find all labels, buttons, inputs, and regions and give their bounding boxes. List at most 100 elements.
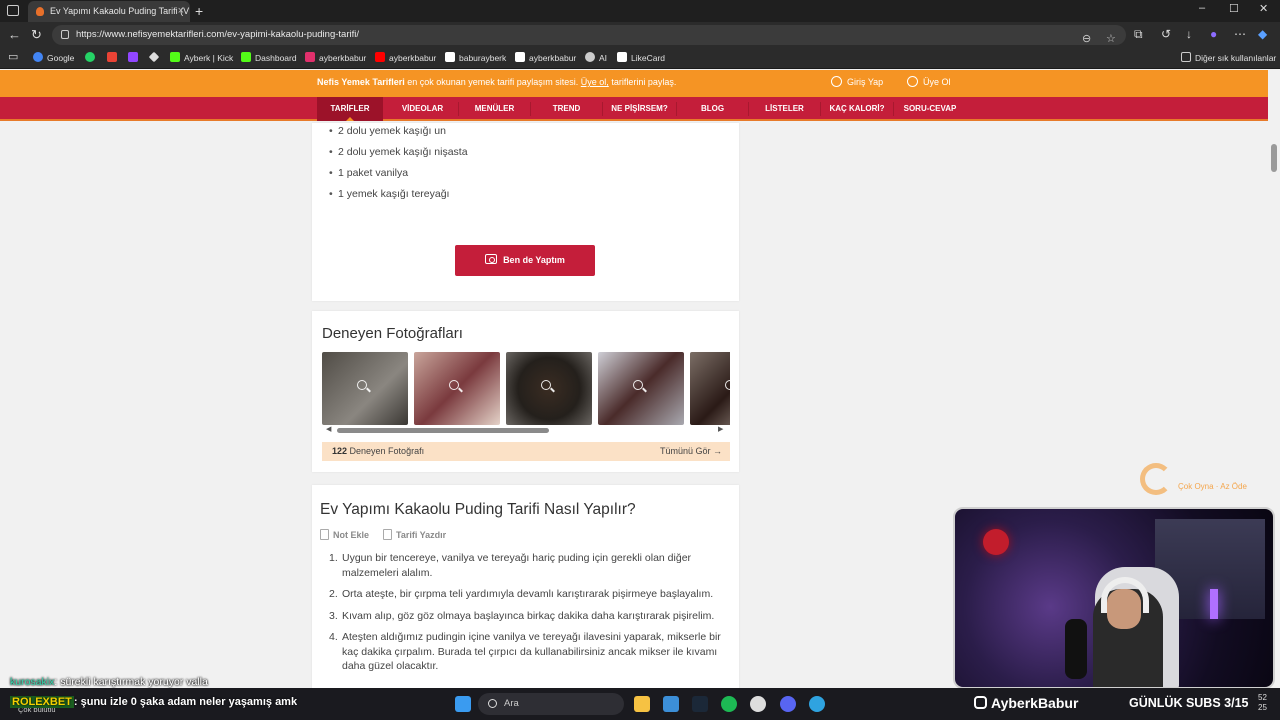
nav-trend[interactable]: TREND (531, 97, 602, 121)
scroll-thumb[interactable] (337, 428, 549, 433)
reading-mode-icon[interactable]: ⊖ (1082, 29, 1091, 49)
bookmark-likecard[interactable]: LikeCard (617, 52, 665, 65)
refresh-icon[interactable]: ↻ (31, 27, 42, 43)
address-toolbar: ← ↻ https://www.nefisyemektarifleri.com/… (0, 22, 1280, 48)
bookmark-twitch[interactable] (128, 52, 142, 65)
nav-kac-kalori[interactable]: KAÇ KALORİ? (821, 97, 893, 121)
file-explorer-icon[interactable] (634, 696, 650, 712)
add-bookmark-icon[interactable]: ▭ (8, 50, 18, 63)
steam-icon[interactable] (692, 696, 708, 712)
user-plus-icon (907, 76, 918, 87)
menu-dots-icon[interactable]: ⋯ (1234, 27, 1246, 41)
scroll-right-icon[interactable]: ▶ (718, 425, 723, 433)
extensions-icon[interactable]: ⧉ (1134, 27, 1143, 42)
zoom-icon (725, 380, 730, 390)
bookmarks-bar: ▭ Google Ayberk | Kick Dashboard ayberkb… (0, 48, 1280, 69)
zoom-icon (541, 380, 551, 390)
user-photo[interactable] (598, 352, 684, 425)
lock-icon[interactable] (61, 30, 69, 39)
nav-menuler[interactable]: MENÜLER (459, 97, 530, 121)
bookmark-youtube[interactable]: ayberkbabur (375, 52, 436, 65)
bookmark-tiktok[interactable]: ayberkbabur (515, 52, 576, 65)
nav-listeler[interactable]: LİSTELER (749, 97, 820, 121)
carousel-scrollbar[interactable]: ◀ ▶ (322, 425, 730, 434)
printer-icon (383, 529, 392, 540)
chrome-icon[interactable] (750, 696, 766, 712)
add-note-button[interactable]: Not Ekle (320, 529, 369, 540)
nav-ne-pisirsem[interactable]: NE PİŞİRSEM? (603, 97, 676, 121)
bookmark-instagram[interactable]: ayberkbabur (305, 52, 366, 65)
bookmark-google[interactable]: Google (33, 52, 74, 65)
edge-icon[interactable] (809, 696, 825, 712)
system-clock[interactable]: 52 25 (1258, 693, 1267, 713)
close-window-button[interactable]: ✕ (1259, 2, 1268, 15)
bookmark-gem[interactable] (148, 51, 163, 65)
signup-button[interactable]: Üye Ol (907, 76, 951, 87)
other-bookmarks[interactable]: Diğer sık kullanılanlar (1181, 52, 1276, 65)
zoom-icon (633, 380, 643, 390)
nav-tarifler[interactable]: TARİFLER (317, 97, 383, 121)
bookmark-ai[interactable]: AI (585, 52, 607, 65)
address-bar[interactable]: https://www.nefisyemektarifleri.com/ev-y… (52, 25, 1126, 45)
minimize-button[interactable]: – (1199, 2, 1205, 14)
page-scroll-thumb[interactable] (1271, 144, 1277, 172)
watermark-logo-icon (1140, 463, 1172, 495)
main-nav: TARİFLER VİDEOLAR MENÜLER TREND NE PİŞİR… (0, 97, 1268, 121)
zoom-icon (449, 380, 459, 390)
webcam-microphone (1065, 619, 1087, 679)
user-icon (831, 76, 842, 87)
print-recipe-button[interactable]: Tarifi Yazdır (383, 529, 446, 540)
discord-icon[interactable] (780, 696, 796, 712)
subs-counter: GÜNLÜK SUBS 3/15 (1129, 696, 1249, 710)
note-icon (320, 529, 329, 540)
profile-icon[interactable]: ● (1210, 27, 1217, 41)
windows-start-icon[interactable] (455, 696, 471, 712)
signup-link[interactable]: Üye ol, (581, 77, 609, 87)
user-photo[interactable] (690, 352, 730, 425)
photos-icon[interactable] (663, 696, 679, 712)
ingredient-item: 2 dolu yemek kaşığı nişasta (329, 146, 468, 158)
webcam-overlay (953, 507, 1275, 689)
taskbar-search[interactable]: Ara (478, 693, 624, 715)
ingredient-item: 1 paket vanilya (329, 167, 408, 179)
google-icon (33, 52, 43, 62)
bookmark-kick[interactable]: Ayberk | Kick (170, 52, 233, 65)
see-all-link[interactable]: Tümünü Gör → (660, 442, 722, 461)
tab-actions-icon[interactable] (7, 5, 19, 16)
folder-icon (1181, 52, 1191, 62)
back-icon[interactable]: ← (8, 27, 21, 42)
scroll-left-icon[interactable]: ◀ (326, 425, 331, 433)
photos-footer: 122 Deneyen Fotoğrafı Tümünü Gör → (322, 442, 730, 461)
history-icon[interactable]: ↺ (1161, 27, 1171, 41)
downloads-icon[interactable]: ↓ (1186, 27, 1192, 41)
chat-message: ROLEXBET: şunu izle 0 şaka adam neler ya… (10, 696, 298, 708)
nav-blog[interactable]: BLOG (677, 97, 748, 121)
browser-tab[interactable]: Ev Yapımı Kakaolu Puding Tarifi (V × (28, 1, 190, 22)
url-text: https://www.nefisyemektarifleri.com/ev-y… (76, 29, 359, 40)
maximize-button[interactable]: ☐ (1229, 2, 1239, 15)
tab-close-icon[interactable]: × (178, 1, 184, 22)
new-tab-button[interactable]: + (195, 1, 203, 21)
taskbar: Çok bulutlu ROLEXBET: şunu izle 0 şaka a… (0, 688, 1280, 720)
nav-videolar[interactable]: VİDEOLAR (387, 97, 458, 121)
bookmark-dashboard[interactable]: Dashboard (241, 52, 297, 65)
user-photo[interactable] (414, 352, 500, 425)
chat-message: kurosakix: sürekli karıştırmak yoruyor v… (10, 676, 208, 688)
user-photo[interactable] (322, 352, 408, 425)
made-it-button[interactable]: Ben de Yaptım (455, 245, 595, 276)
user-photo[interactable] (506, 352, 592, 425)
bookmark-x[interactable]: baburayberk (445, 52, 506, 65)
spotify-icon[interactable] (721, 696, 737, 712)
likecard-icon (617, 52, 627, 62)
bookmark-whatsapp[interactable] (85, 52, 99, 65)
photo-count: 122 Deneyen Fotoğrafı (332, 446, 425, 456)
promo-text: Nefis Yemek Tarifleri en çok okunan yeme… (317, 77, 677, 87)
kick-icon (170, 52, 180, 62)
gem-icon (148, 51, 160, 63)
login-link[interactable]: Giriş Yap (831, 76, 883, 87)
webcam-light (1210, 589, 1218, 619)
nav-soru-cevap[interactable]: SORU-CEVAP (894, 97, 966, 121)
bookmark-gmail[interactable] (107, 52, 121, 65)
copilot-icon[interactable]: ◆ (1258, 27, 1267, 41)
favorite-star-icon[interactable]: ☆ (1106, 29, 1116, 49)
